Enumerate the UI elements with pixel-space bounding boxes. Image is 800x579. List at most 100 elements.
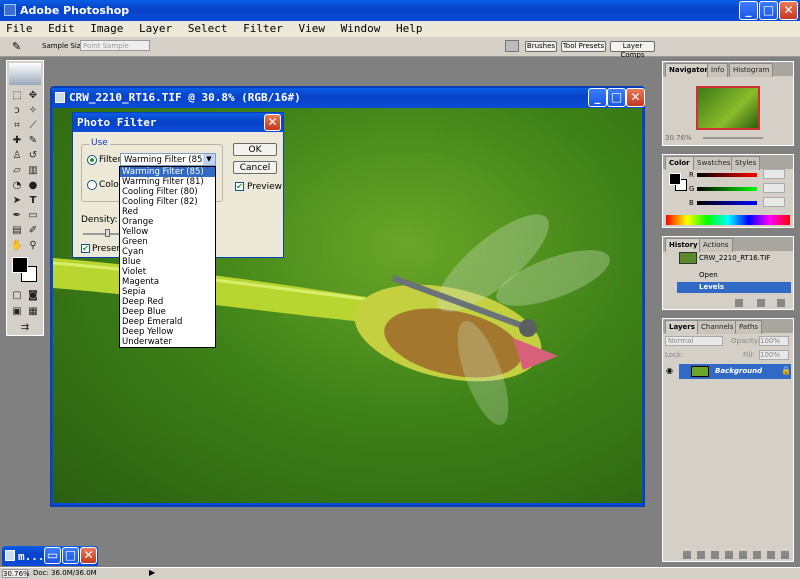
tab-actions[interactable]: Actions <box>699 238 733 252</box>
g-value-field[interactable] <box>763 183 785 193</box>
menu-file[interactable]: File <box>6 22 33 35</box>
menu-image[interactable]: Image <box>90 22 123 35</box>
cancel-button[interactable]: Cancel <box>233 161 277 174</box>
blur-icon[interactable]: ◔ <box>10 179 24 193</box>
b-value-field[interactable] <box>763 197 785 207</box>
status-arrow-icon[interactable]: ▶ <box>149 568 155 577</box>
eye-icon[interactable]: ◉ <box>666 366 673 375</box>
filter-option[interactable]: Deep Blue <box>120 307 215 317</box>
tab-navigator[interactable]: Navigator <box>665 63 712 77</box>
filter-option[interactable]: Magenta <box>120 277 215 287</box>
filter-option[interactable]: Warming Filter (81) <box>120 177 215 187</box>
gradient-icon[interactable]: ▥ <box>26 164 40 178</box>
doc-minimize-button[interactable]: _ <box>588 88 607 107</box>
color-fg-swatch[interactable] <box>669 173 681 185</box>
pen-icon[interactable]: ✒ <box>10 209 24 223</box>
filter-option[interactable]: Underwater <box>120 337 215 347</box>
filter-option[interactable]: Warming Filter (85) <box>120 167 215 177</box>
tab-info[interactable]: Info <box>707 63 729 77</box>
history-new-document-icon[interactable] <box>757 299 765 307</box>
brush-icon[interactable]: ✎ <box>26 134 40 148</box>
color-radio[interactable] <box>87 180 97 190</box>
tab-styles[interactable]: Styles <box>731 156 761 170</box>
doc-maximize-button[interactable]: □ <box>607 88 626 107</box>
filter-option[interactable]: Deep Red <box>120 297 215 307</box>
min-restore-button[interactable]: ▭ <box>44 547 61 564</box>
eyedropper-tool-icon[interactable]: ✐ <box>26 224 40 238</box>
filter-option[interactable]: Orange <box>120 217 215 227</box>
foreground-color-swatch[interactable] <box>12 257 28 273</box>
menu-layer[interactable]: Layer <box>139 22 172 35</box>
hand-icon[interactable]: ✋ <box>10 239 24 253</box>
channel-g-slider[interactable] <box>697 187 757 191</box>
tab-paths[interactable]: Paths <box>735 320 763 334</box>
filter-option[interactable]: Violet <box>120 267 215 277</box>
filter-option[interactable]: Yellow <box>120 227 215 237</box>
zoom-icon[interactable]: ⚲ <box>26 239 40 253</box>
move-icon[interactable]: ✥ <box>26 89 40 103</box>
healing-icon[interactable]: ✚ <box>10 134 24 148</box>
min-close-button[interactable]: ✕ <box>80 547 97 564</box>
navigator-thumbnail[interactable] <box>696 86 760 130</box>
filter-option[interactable]: Deep Yellow <box>120 327 215 337</box>
notes-icon[interactable]: ▤ <box>10 224 24 238</box>
close-button[interactable]: ✕ <box>779 1 798 20</box>
doc-close-button[interactable]: ✕ <box>626 88 645 107</box>
lasso-icon[interactable]: ↄ <box>10 104 24 118</box>
history-new-snapshot-icon[interactable] <box>735 299 743 307</box>
history-item-open[interactable]: Open <box>699 271 718 279</box>
tab-layers[interactable]: Layers <box>665 320 699 334</box>
menu-help[interactable]: Help <box>396 22 423 35</box>
marquee-icon[interactable]: ⬚ <box>10 89 24 103</box>
status-zoom[interactable]: 30.76% <box>2 569 30 578</box>
menu-filter[interactable]: Filter <box>243 22 283 35</box>
menu-select[interactable]: Select <box>188 22 228 35</box>
preview-checkbox[interactable]: ✔ <box>235 182 244 191</box>
dialog-close-button[interactable]: ✕ <box>264 114 281 131</box>
blend-mode-select[interactable]: Normal <box>665 336 723 346</box>
history-brush-icon[interactable]: ↺ <box>26 149 40 163</box>
quick-mask-icon[interactable]: ◙ <box>26 289 40 303</box>
filter-radio[interactable] <box>87 155 97 165</box>
filter-option[interactable]: Blue <box>120 257 215 267</box>
tab-swatches[interactable]: Swatches <box>693 156 735 170</box>
preserve-checkbox[interactable]: ✔ <box>81 244 90 253</box>
opacity-field[interactable]: 100% <box>759 336 789 346</box>
tab-layer-comps[interactable]: Layer Comps <box>610 41 655 59</box>
navigator-zoom-slider[interactable] <box>703 137 763 139</box>
standard-mode-icon[interactable]: ▢ <box>10 289 24 303</box>
jump-to-imageready-icon[interactable]: ⇉ <box>18 321 32 335</box>
sample-size-select[interactable]: Point Sample <box>80 40 150 51</box>
ok-button[interactable]: OK <box>233 143 277 156</box>
menu-window[interactable]: Window <box>341 22 381 35</box>
screen-mode-icon[interactable]: ▣ <box>10 305 24 319</box>
filter-option[interactable]: Cooling Filter (82) <box>120 197 215 207</box>
tab-history[interactable]: History <box>665 238 702 252</box>
tab-brushes[interactable]: Brushes <box>525 41 557 52</box>
chevron-down-icon[interactable]: ▼ <box>203 154 215 165</box>
filter-option[interactable]: Red <box>120 207 215 217</box>
path-select-icon[interactable]: ➤ <box>10 194 24 208</box>
filter-option[interactable]: Sepia <box>120 287 215 297</box>
navigator-zoom-value[interactable]: 30.76% <box>665 134 692 142</box>
history-snapshot-name[interactable]: CRW_2210_RT16.TIF <box>699 254 770 262</box>
fill-field[interactable]: 100% <box>759 350 789 360</box>
maximize-button[interactable]: □ <box>759 1 778 20</box>
tab-channels[interactable]: Channels <box>697 320 738 334</box>
r-value-field[interactable] <box>763 169 785 179</box>
tab-color[interactable]: Color <box>665 156 694 170</box>
channel-b-slider[interactable] <box>697 201 757 205</box>
slice-icon[interactable]: ⟋ <box>26 119 40 133</box>
color-spectrum-bar[interactable] <box>666 215 790 225</box>
filter-option[interactable]: Cyan <box>120 247 215 257</box>
filter-option[interactable]: Deep Emerald <box>120 317 215 327</box>
filter-option[interactable]: Cooling Filter (80) <box>120 187 215 197</box>
tab-tool-presets[interactable]: Tool Presets <box>561 41 606 52</box>
crop-icon[interactable]: ⌗ <box>10 119 24 133</box>
menu-view[interactable]: View <box>299 22 326 35</box>
filter-select[interactable]: Warming Filter (85) ▼ <box>120 153 216 166</box>
channel-r-slider[interactable] <box>697 173 757 177</box>
magic-wand-icon[interactable]: ✧ <box>26 104 40 118</box>
history-item-levels[interactable] <box>677 282 791 293</box>
minimize-button[interactable]: _ <box>739 1 758 20</box>
